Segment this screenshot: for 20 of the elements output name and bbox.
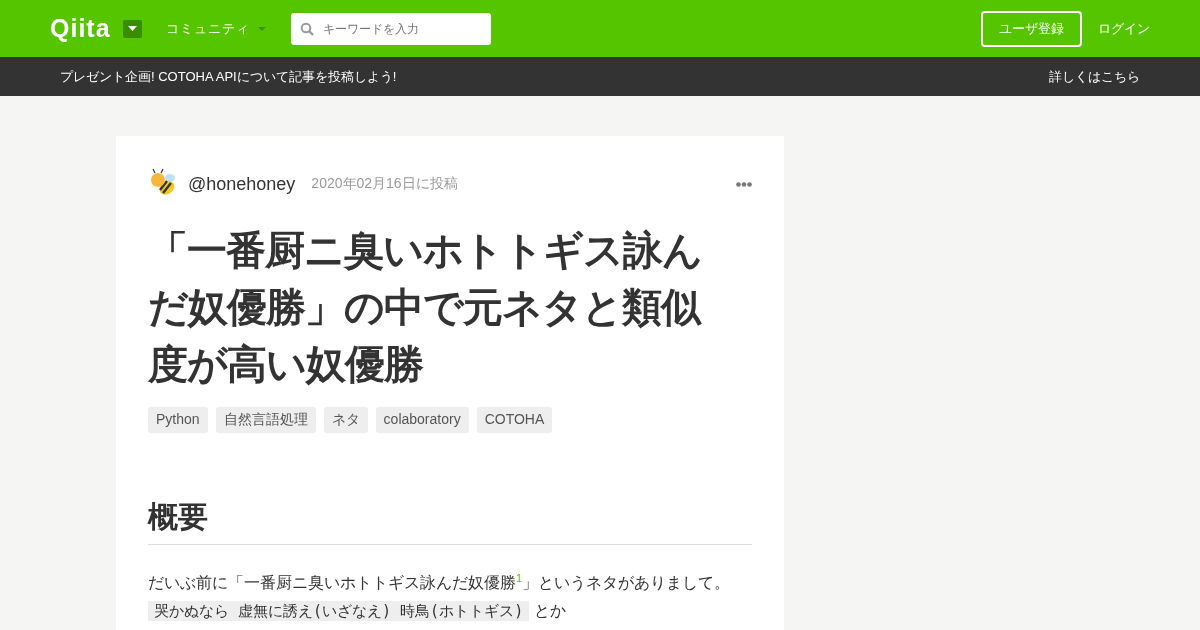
inline-code: 哭かぬなら 虚無に誘え(いざなえ) 時鳥(ホトトギス) <box>148 600 530 621</box>
body-paragraph: だいぶ前に「一番厨ニ臭いホトトギス詠んだ奴優勝$^{1}$」というネタがありまして。 <box>148 571 732 594</box>
tag-link[interactable]: 自然言語処理 <box>215 407 316 433</box>
dropdown-button[interactable] <box>122 19 142 38</box>
details-link[interactable]: 詳しくはこちら <box>1049 67 1140 86</box>
search-icon <box>299 21 314 36</box>
caret-icon <box>257 26 266 31</box>
body-text: とか <box>533 601 566 619</box>
section-heading: 概要 <box>148 497 752 545</box>
tag-link[interactable]: COTOHA <box>476 407 553 433</box>
tag-link[interactable]: Python <box>148 407 208 433</box>
tag-link[interactable]: ネタ <box>323 407 368 433</box>
author-name[interactable]: @honehoney <box>188 173 296 195</box>
article-title: 「一番厨ニ臭いホトトギス詠んだ奴優勝」の中で元ネタと類似度が高い奴優勝 <box>148 227 703 388</box>
caret-icon <box>127 26 137 31</box>
tag-link[interactable]: colaboratory <box>375 407 469 433</box>
search-field[interactable]: キーワードを入力 <box>290 12 491 45</box>
promo-message: プレゼント企画! COTOHA APIについて記事を投稿しよう! <box>60 67 397 86</box>
post-date: 2020年02月16日に投稿 <box>311 175 458 193</box>
more-options-icon[interactable] <box>736 181 752 187</box>
